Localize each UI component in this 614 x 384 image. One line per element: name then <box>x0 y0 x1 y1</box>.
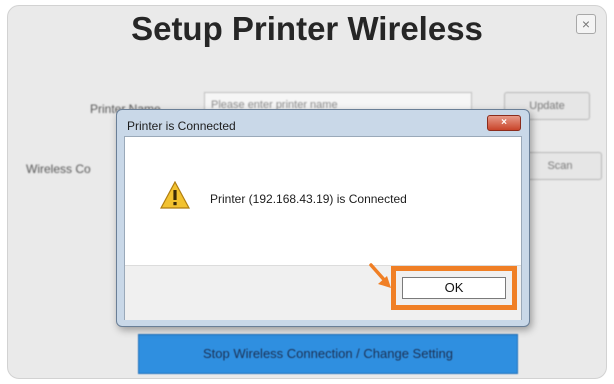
stop-wireless-button[interactable]: Stop Wireless Connection / Change Settin… <box>138 334 518 374</box>
dialog-close-icon[interactable]: × <box>487 115 521 131</box>
dialog-message: Printer (192.168.43.19) is Connected <box>210 192 407 206</box>
window-title: Setup Printer Wireless <box>131 10 483 47</box>
warning-icon <box>160 181 190 209</box>
close-icon[interactable]: × <box>576 14 596 34</box>
wireless-label: Wireless Co <box>26 162 91 176</box>
ok-button[interactable]: OK <box>402 277 506 299</box>
dialog-title: Printer is Connected <box>127 119 236 133</box>
scan-button[interactable]: Scan <box>518 152 602 180</box>
ok-highlight-frame: OK <box>391 266 517 310</box>
